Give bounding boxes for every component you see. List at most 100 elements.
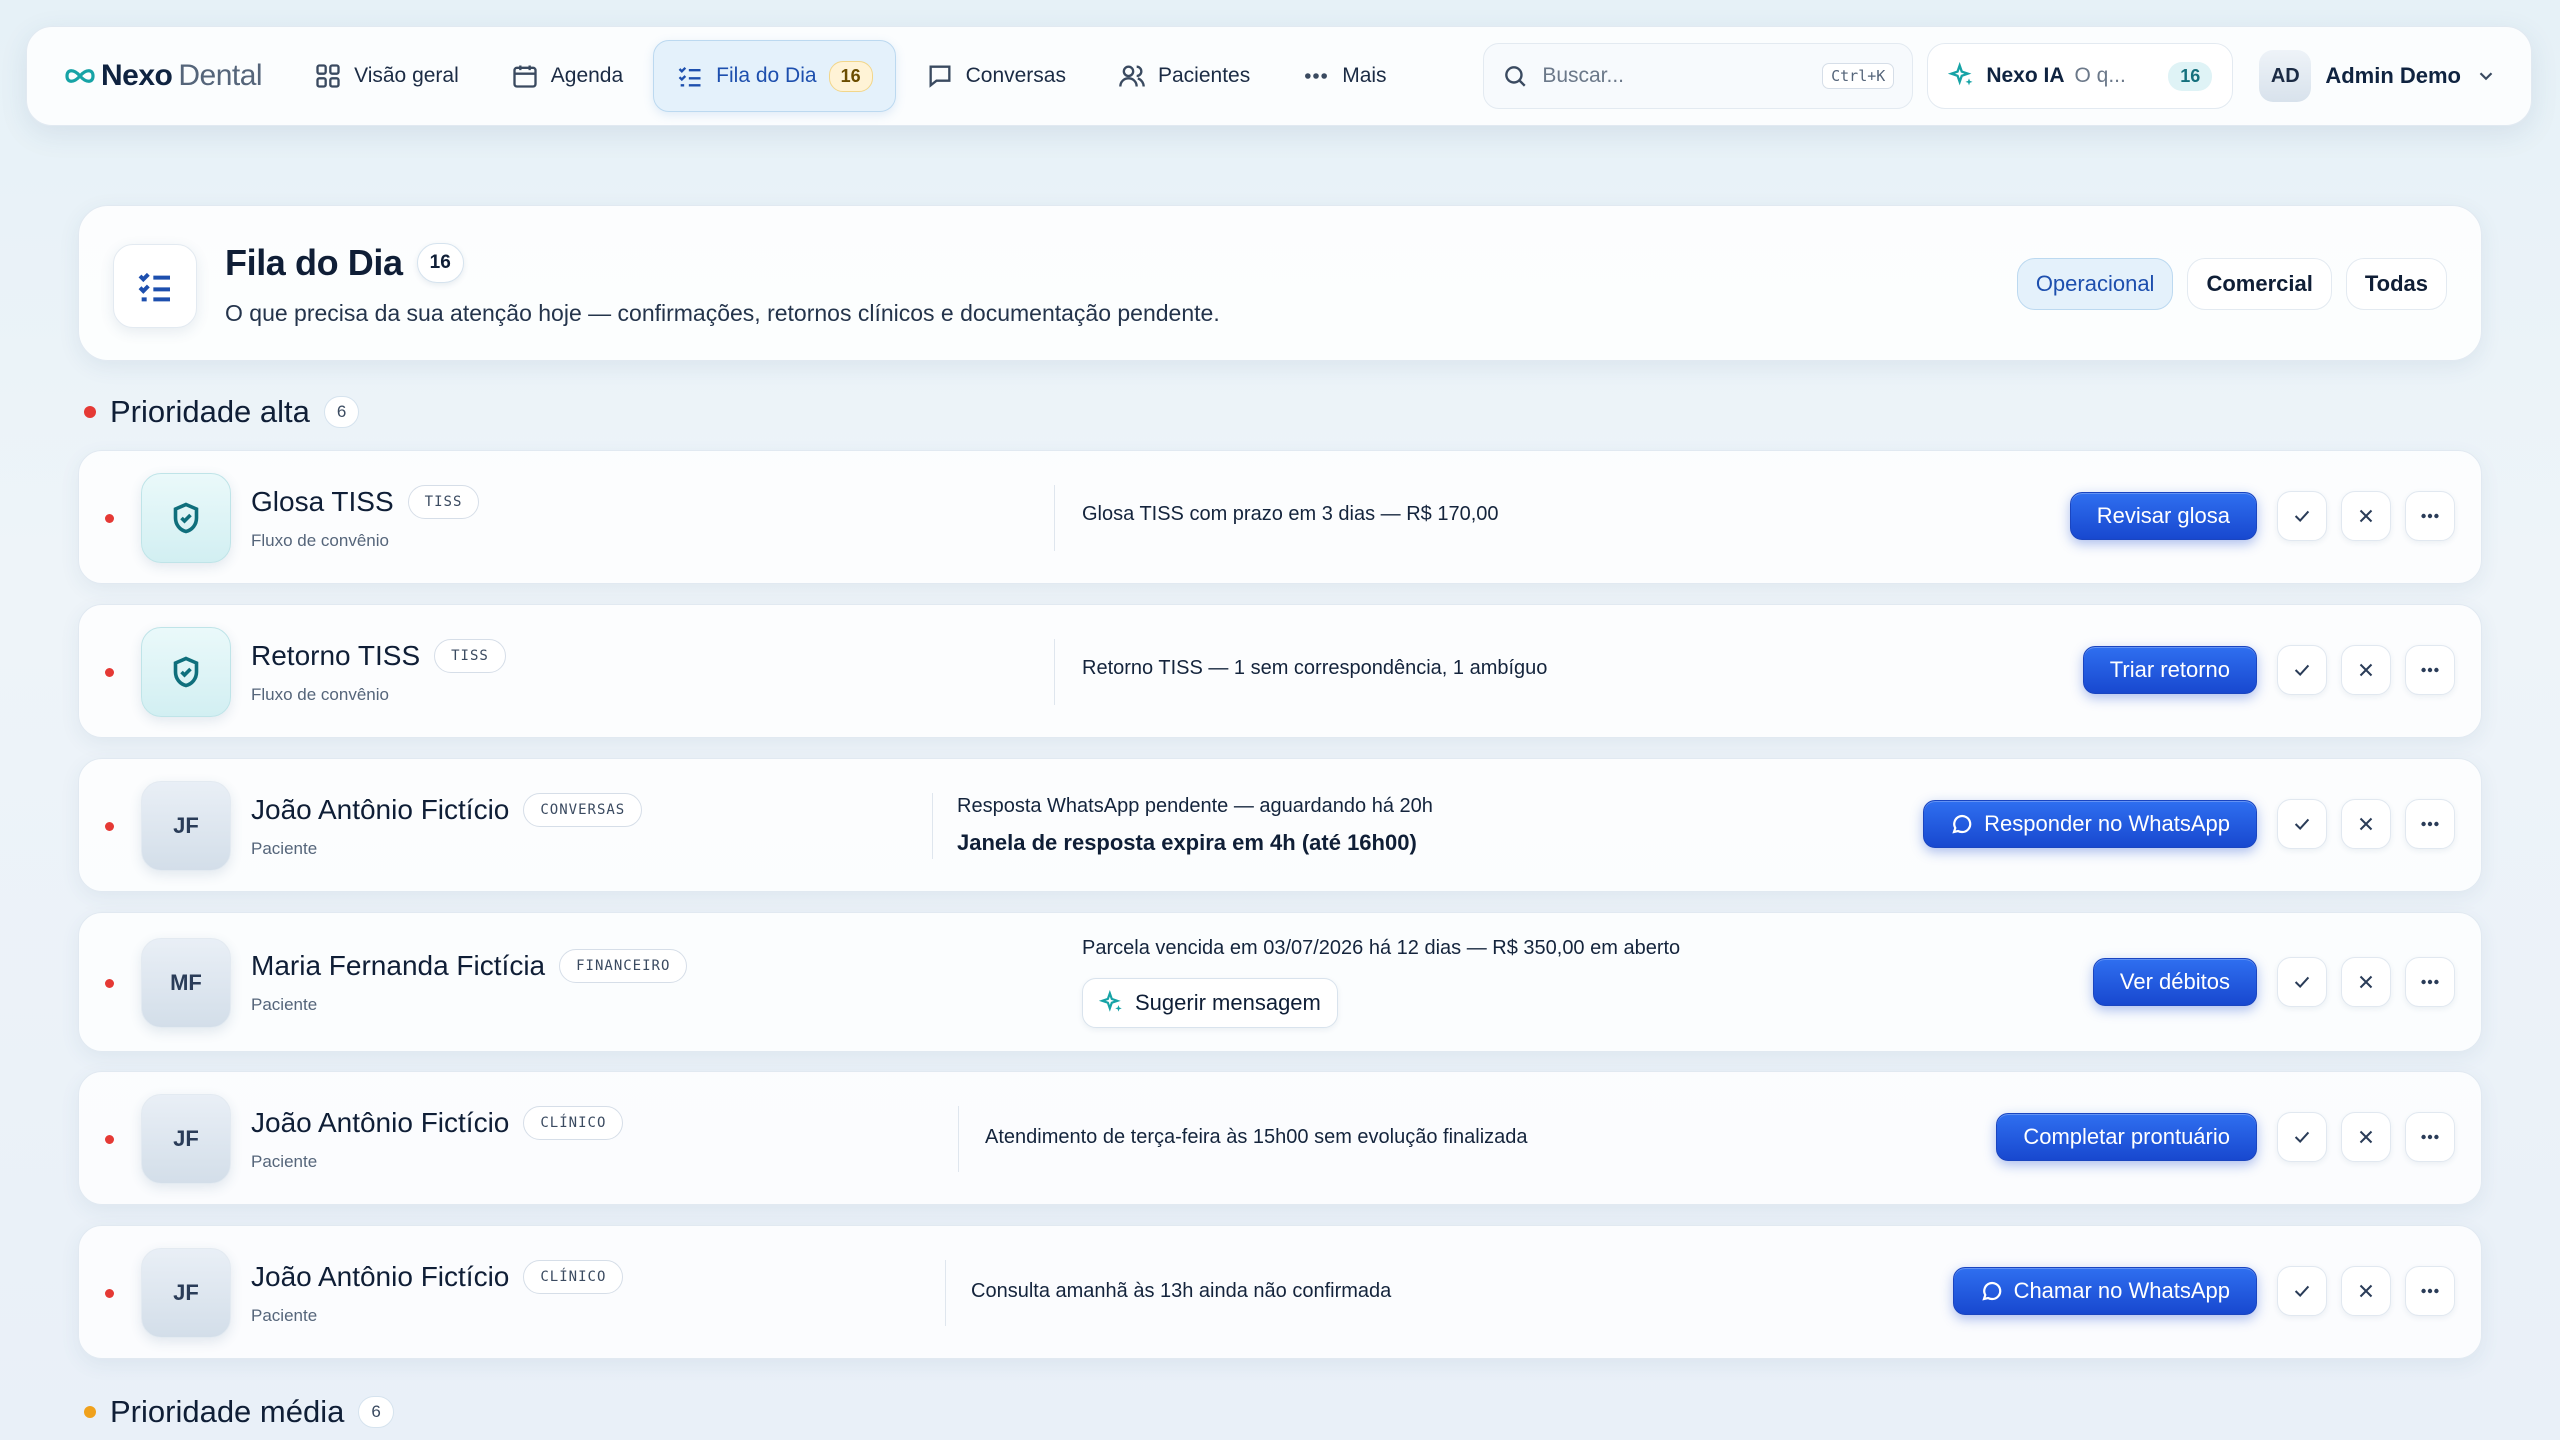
mark-done-button[interactable] xyxy=(2277,1266,2327,1316)
dismiss-button[interactable] xyxy=(2341,1266,2391,1316)
main-nav: Visão geral Agenda Fila do Dia 16 Conver… xyxy=(292,40,1408,112)
filter-operacional[interactable]: Operacional xyxy=(2016,258,2174,310)
brand-logo[interactable]: Nexo Dental xyxy=(65,59,263,93)
search-input[interactable]: Buscar... Ctrl+K xyxy=(1483,43,1914,109)
triar-retorno-button[interactable]: Triar retorno xyxy=(2082,646,2257,694)
page-subtitle: O que precisa da sua atenção hoje — conf… xyxy=(225,300,1220,326)
button-label: Responder no WhatsApp xyxy=(1984,811,2230,836)
ver-debitos-button[interactable]: Ver débitos xyxy=(2092,958,2257,1006)
brand-name: Nexo xyxy=(101,59,173,92)
priority-dot xyxy=(105,1135,114,1144)
nav-label: Mais xyxy=(1342,64,1387,87)
priority-dot xyxy=(105,979,114,988)
row-name[interactable]: Retorno TISS xyxy=(251,640,420,672)
user-avatar: AD xyxy=(2259,50,2312,102)
check-icon xyxy=(2294,1131,2310,1144)
mark-done-button[interactable] xyxy=(2277,1112,2327,1162)
nav-count-badge: 16 xyxy=(828,60,873,92)
user-name: Admin Demo xyxy=(2325,63,2461,88)
row-category-tag: CONVERSAS xyxy=(523,793,643,827)
nexo-logo-icon xyxy=(65,69,95,83)
chat-icon xyxy=(929,65,951,88)
row-name[interactable]: Maria Fernanda Fictícia xyxy=(251,950,545,982)
row-avatar: JF xyxy=(141,1248,231,1338)
user-menu[interactable]: AD Admin Demo xyxy=(2259,50,2497,102)
row-kind: Paciente xyxy=(251,1152,318,1171)
dismiss-button[interactable] xyxy=(2341,1112,2391,1162)
filter-comercial[interactable]: Comercial xyxy=(2187,258,2332,310)
row-category-tag: TISS xyxy=(434,639,506,673)
more-options-button[interactable] xyxy=(2405,957,2455,1007)
nav-item-agenda[interactable]: Agenda xyxy=(489,40,645,112)
section-title: Prioridade média xyxy=(110,1394,345,1429)
row-avatar: JF xyxy=(141,1094,231,1184)
row-title-group: Maria Fernanda Fictícia FINANCEIRO xyxy=(251,949,688,983)
mark-done-button[interactable] xyxy=(2277,799,2327,849)
check-icon xyxy=(2294,664,2310,677)
sparkle-icon xyxy=(1099,990,1122,1012)
row-divider xyxy=(958,1106,959,1172)
mark-done-button[interactable] xyxy=(2277,957,2327,1007)
search-shortcut: Ctrl+K xyxy=(1822,63,1895,89)
nav-item-visao-geral[interactable]: Visão geral xyxy=(292,40,481,112)
more-options-button[interactable] xyxy=(2405,645,2455,695)
header-icon-box xyxy=(113,244,197,328)
more-options-button[interactable] xyxy=(2405,1112,2455,1162)
check-icon xyxy=(2294,976,2310,989)
nav-item-pacientes[interactable]: Pacientes xyxy=(1096,40,1272,112)
priority-dot xyxy=(105,668,114,677)
ia-name: Nexo IA xyxy=(1986,64,2065,87)
section-medium-priority: Prioridade média 6 xyxy=(84,1394,394,1430)
row-description: Atendimento de terça-feira às 15h00 sem … xyxy=(985,1126,1528,1148)
more-options-button[interactable] xyxy=(2405,491,2455,541)
row-divider xyxy=(1054,639,1055,705)
dismiss-button[interactable] xyxy=(2341,799,2391,849)
row-name[interactable]: João Antônio Fictício xyxy=(251,1261,509,1293)
row-divider xyxy=(1054,485,1055,551)
nexo-ia-button[interactable]: Nexo IA O q... 16 xyxy=(1927,43,2234,109)
row-name[interactable]: João Antônio Fictício xyxy=(251,1107,509,1139)
more-options-button[interactable] xyxy=(2405,799,2455,849)
row-title-group: João Antônio Fictício CONVERSAS xyxy=(251,793,643,827)
row-actions: Completar prontuário xyxy=(1996,1112,2455,1162)
chamar-whatsapp-button[interactable]: Chamar no WhatsApp xyxy=(1952,1267,2257,1315)
row-name[interactable]: João Antônio Fictício xyxy=(251,794,509,826)
sparkle-icon xyxy=(1948,62,1973,86)
check-icon xyxy=(2294,1285,2310,1298)
row-name[interactable]: Glosa TISS xyxy=(251,486,394,518)
dismiss-button[interactable] xyxy=(2341,491,2391,541)
section-count: 6 xyxy=(358,1396,394,1428)
close-icon xyxy=(2359,1130,2373,1144)
mark-done-button[interactable] xyxy=(2277,491,2327,541)
section-count: 6 xyxy=(323,396,360,428)
checklist-icon xyxy=(678,67,701,87)
row-title-group: Glosa TISS TISS xyxy=(251,485,480,519)
queue-row: JF João Antônio Fictício CONVERSAS Pacie… xyxy=(78,758,2482,892)
row-deadline: Janela de resposta expira em 4h (até 16h… xyxy=(957,830,1417,855)
nav-item-mais[interactable]: Mais xyxy=(1280,40,1408,112)
suggest-message-button[interactable]: Sugerir mensagem xyxy=(1082,978,1338,1028)
completar-prontuario-button[interactable]: Completar prontuário xyxy=(1996,1113,2257,1161)
filter-todas[interactable]: Todas xyxy=(2345,258,2447,310)
calendar-icon xyxy=(513,65,537,88)
dismiss-button[interactable] xyxy=(2341,957,2391,1007)
more-options-button[interactable] xyxy=(2405,1266,2455,1316)
more-icon xyxy=(1305,73,1328,79)
nav-item-fila-do-dia[interactable]: Fila do Dia 16 xyxy=(653,40,896,112)
dismiss-button[interactable] xyxy=(2341,645,2391,695)
row-title-group: João Antônio Fictício CLÍNICO xyxy=(251,1260,624,1294)
responder-whatsapp-button[interactable]: Responder no WhatsApp xyxy=(1923,800,2257,848)
checklist-icon xyxy=(138,272,170,302)
ia-prompt: O q... xyxy=(2074,64,2126,87)
priority-dot xyxy=(84,406,96,418)
mark-done-button[interactable] xyxy=(2277,645,2327,695)
revisar-glosa-button[interactable]: Revisar glosa xyxy=(2069,492,2257,540)
row-actions: Revisar glosa xyxy=(2069,491,2455,541)
row-category-tag: CLÍNICO xyxy=(523,1106,624,1140)
chevron-down-icon xyxy=(2479,72,2493,81)
ia-count-badge: 16 xyxy=(2168,61,2213,91)
queue-row: JF João Antônio Fictício CLÍNICO Pacient… xyxy=(78,1225,2482,1359)
nav-item-conversas[interactable]: Conversas xyxy=(904,40,1088,112)
row-avatar xyxy=(141,627,231,717)
nav-label: Conversas xyxy=(965,64,1066,87)
